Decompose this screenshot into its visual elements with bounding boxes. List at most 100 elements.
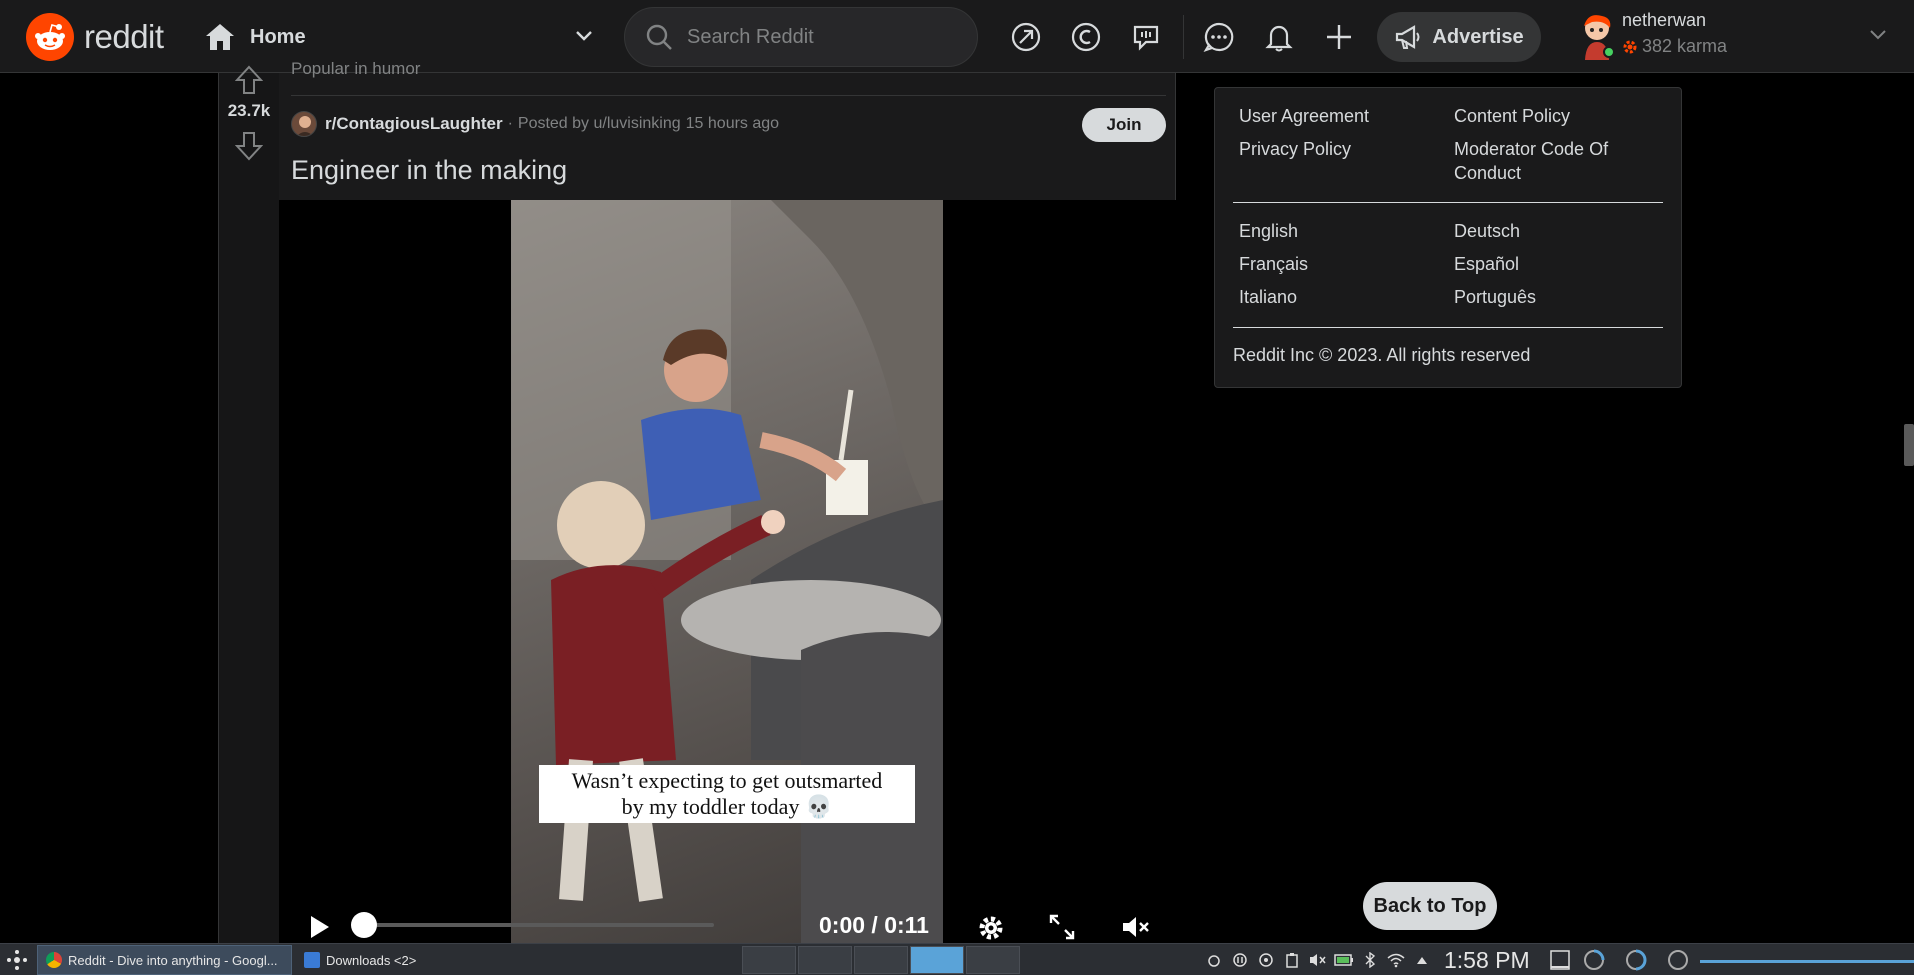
language-italiano[interactable]: Italiano — [1239, 285, 1297, 309]
username: netherwan — [1622, 10, 1707, 30]
battery-icon[interactable] — [1334, 950, 1354, 970]
fullscreen-icon[interactable] — [1049, 914, 1075, 940]
back-to-top-button[interactable]: Back to Top — [1363, 882, 1497, 930]
taskbar-load-graph — [1700, 960, 1914, 963]
tray-expand-icon[interactable] — [1412, 950, 1432, 970]
home-icon — [206, 24, 234, 50]
feed-dropdown[interactable]: Home — [204, 10, 594, 64]
taskbar-task-browser[interactable]: Reddit - Dive into anything - Googl... — [37, 945, 292, 975]
chrome-icon — [46, 952, 62, 968]
posted-by-link[interactable]: Posted by u/luvisinking — [518, 115, 681, 133]
plus-icon — [1327, 25, 1351, 49]
upvote-arrow-icon[interactable] — [235, 65, 263, 95]
language-divider — [1233, 327, 1663, 328]
advertise-button[interactable]: Advertise — [1377, 12, 1541, 62]
video-player[interactable]: Wasn’t expecting to get outsmarted by my… — [279, 200, 1176, 943]
subreddit-link[interactable]: r/ContagiousLaughter — [325, 114, 503, 134]
vote-count: 23.7k — [227, 101, 271, 120]
coins-button[interactable] — [1066, 17, 1106, 57]
privacy-policy-link[interactable]: Privacy Policy — [1239, 137, 1351, 161]
reddit-alien-icon — [26, 13, 74, 61]
rpan-button[interactable] — [1126, 17, 1166, 57]
post-title[interactable]: Engineer in the making — [291, 155, 567, 186]
activity-ring-icon-2[interactable] — [1624, 948, 1648, 972]
copyright-text: Reddit Inc © 2023. All rights reserved — [1233, 345, 1531, 365]
activity-ring-icon-1[interactable] — [1582, 948, 1606, 972]
popular-label: Popular in humor — [291, 59, 421, 78]
reddit-logo[interactable]: reddit — [26, 13, 164, 61]
content-policy-link[interactable]: Content Policy — [1454, 104, 1570, 128]
chat-button[interactable] — [1199, 17, 1239, 57]
pause-icon[interactable] — [1230, 950, 1250, 970]
folder-icon — [304, 952, 320, 968]
join-button[interactable]: Join — [1082, 108, 1166, 142]
app-launcher-icon[interactable] — [6, 949, 28, 971]
create-post-button[interactable] — [1319, 17, 1359, 57]
language-deutsch[interactable]: Deutsch — [1454, 219, 1520, 243]
taskbar-task-downloads[interactable]: Downloads <2> — [296, 945, 551, 975]
user-agreement-link[interactable]: User Agreement — [1239, 104, 1369, 128]
subreddit-avatar[interactable] — [291, 111, 317, 137]
notifications-button[interactable] — [1259, 17, 1299, 57]
policy-links-card: User Agreement Privacy Policy Content Po… — [1214, 87, 1682, 388]
post-card[interactable]: 23.7k Popular in humor r/ContagiousLaugh… — [218, 59, 1176, 943]
language-francais[interactable]: Français — [1239, 252, 1308, 276]
vote-column: 23.7k — [219, 65, 279, 943]
moderator-code-line-2: Conduct — [1454, 163, 1522, 183]
moderator-code-line-1: Moderator Code Of — [1454, 139, 1609, 159]
chevron-down-icon — [576, 31, 592, 41]
user-menu[interactable]: netherwan 382 karma — [1578, 6, 1888, 66]
video-controls: 0:00 / 0:11 — [279, 900, 1176, 943]
mute-icon[interactable] — [1121, 914, 1151, 940]
clipboard-icon[interactable] — [1282, 950, 1302, 970]
karma-flower-icon — [1623, 40, 1637, 53]
meta-dot: · — [507, 115, 513, 132]
play-icon[interactable] — [309, 914, 331, 940]
wifi-icon[interactable] — [1386, 950, 1406, 970]
post-divider — [291, 95, 1166, 96]
language-espanol[interactable]: Español — [1454, 252, 1519, 276]
header-divider — [1183, 15, 1184, 59]
bluetooth-icon[interactable] — [1360, 950, 1380, 970]
moderator-code-link[interactable]: Moderator Code Of Conduct — [1454, 137, 1608, 185]
caption-line-1: Wasn’t expecting to get outsmarted — [571, 768, 883, 793]
video-frame[interactable]: Wasn’t expecting to get outsmarted by my… — [511, 200, 943, 943]
chat-icon — [1203, 22, 1234, 52]
video-scrub-handle[interactable] — [351, 912, 377, 938]
bell-icon — [1265, 25, 1293, 52]
activity-ring-icon-3[interactable] — [1666, 948, 1690, 972]
karma-display: 382 karma — [1622, 36, 1727, 57]
desktop-pager-3[interactable] — [854, 946, 908, 974]
desktop-pager-4[interactable] — [910, 946, 964, 974]
alarm-icon[interactable] — [1204, 950, 1224, 970]
show-desktop-icon[interactable] — [1548, 948, 1572, 972]
downvote-arrow-icon[interactable] — [235, 131, 263, 161]
chevron-down-icon — [1870, 30, 1886, 40]
video-time: 0:00 / 0:11 — [819, 912, 929, 938]
volume-muted-icon[interactable] — [1308, 950, 1328, 970]
taskbar-task-label: Reddit - Dive into anything - Googl... — [68, 952, 278, 968]
page-scrollbar[interactable] — [1904, 424, 1914, 466]
video-progress-track[interactable] — [364, 923, 714, 927]
search-input[interactable] — [687, 25, 947, 49]
taskbar-task-label: Downloads <2> — [326, 952, 417, 968]
desktop-pager-1[interactable] — [742, 946, 796, 974]
search-bar[interactable] — [624, 7, 978, 67]
desktop-pager-2[interactable] — [798, 946, 852, 974]
video-caption: Wasn’t expecting to get outsmarted by my… — [539, 765, 915, 823]
policy-divider — [1233, 202, 1663, 203]
clock[interactable]: 1:58 PM — [1444, 947, 1530, 974]
talk-bubble-icon — [1133, 25, 1159, 51]
trending-arrow-icon — [1011, 22, 1041, 52]
language-portugues[interactable]: Português — [1454, 285, 1536, 309]
top-header: reddit Home Search Reddit Advertise neth… — [0, 0, 1914, 73]
update-icon[interactable] — [1256, 950, 1276, 970]
desktop-pager-5[interactable] — [966, 946, 1020, 974]
search-icon — [646, 24, 672, 50]
language-english[interactable]: English — [1239, 219, 1298, 243]
gear-icon[interactable] — [977, 914, 1005, 942]
post-time[interactable]: 15 hours ago — [686, 115, 779, 133]
karma-count: 382 karma — [1642, 36, 1728, 56]
megaphone-icon — [1396, 25, 1420, 49]
popular-button[interactable] — [1006, 17, 1046, 57]
